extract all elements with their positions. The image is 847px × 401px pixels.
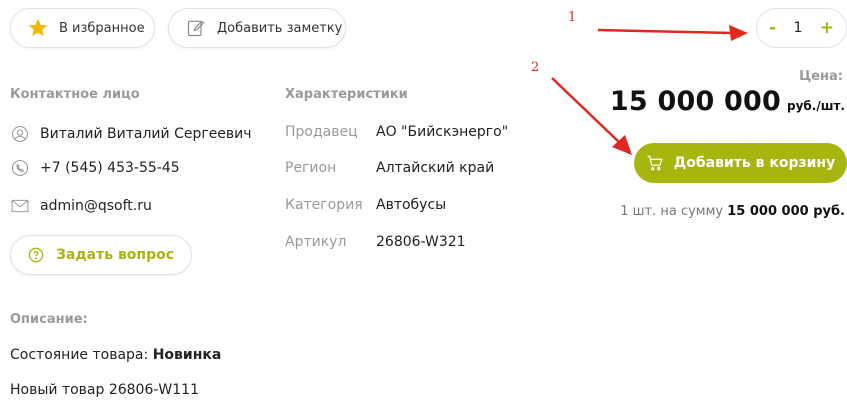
characteristic-key: Категория xyxy=(285,197,363,213)
contact-phone[interactable]: +7 (545) 453-55-45 xyxy=(40,160,180,176)
question-icon xyxy=(28,247,44,263)
contact-heading: Контактное лицо xyxy=(10,87,140,102)
characteristic-value: 26806-W321 xyxy=(376,234,466,250)
favorite-button[interactable]: В избранное xyxy=(10,8,155,48)
characteristic-key: Артикул xyxy=(285,234,347,250)
characteristic-row: Продавец АО "Бийскэнерго" xyxy=(285,124,508,140)
characteristic-row: Категория Автобусы xyxy=(285,197,446,213)
star-icon xyxy=(27,17,49,39)
contact-email-row: admin@qsoft.ru xyxy=(10,196,152,216)
description-text: Новый товар 26806-W111 xyxy=(10,382,199,398)
condition-line: Состояние товара: Новинка xyxy=(10,347,221,363)
characteristic-row: Артикул 26806-W321 xyxy=(285,234,466,250)
order-sum-value: 15 000 000 руб. xyxy=(727,204,845,219)
user-icon xyxy=(10,124,30,144)
condition-value: Новинка xyxy=(152,347,222,363)
price-label: Цена: xyxy=(799,69,843,84)
quantity-stepper[interactable]: - 1 + xyxy=(756,8,847,48)
add-to-cart-label: Добавить в корзину xyxy=(673,155,836,171)
quantity-decrease-button[interactable]: - xyxy=(769,18,776,38)
price: 15 000 000 руб./шт. xyxy=(610,86,845,117)
price-value: 15 000 000 xyxy=(609,86,781,117)
price-unit: руб./шт. xyxy=(787,99,845,113)
order-sum: 1 шт. на сумму 15 000 000 руб. xyxy=(620,204,845,219)
add-note-button[interactable]: Добавить заметку xyxy=(168,8,346,48)
add-to-cart-button[interactable]: Добавить в корзину xyxy=(634,143,847,183)
characteristic-key: Продавец xyxy=(285,124,358,140)
characteristic-key: Регион xyxy=(285,160,337,176)
contact-name-row: Виталий Виталий Сергеевич xyxy=(10,124,252,144)
edit-note-icon xyxy=(185,17,207,39)
quantity-increase-button[interactable]: + xyxy=(820,18,834,38)
order-sum-prefix: 1 шт. на сумму xyxy=(620,204,724,219)
characteristic-value: Алтайский край xyxy=(376,160,495,176)
characteristics-heading: Характеристики xyxy=(285,87,408,102)
contact-phone-row: +7 (545) 453-55-45 xyxy=(10,158,180,178)
description-heading: Описание: xyxy=(10,312,88,327)
ask-question-button[interactable]: Задать вопрос xyxy=(10,235,192,275)
characteristic-value: Автобусы xyxy=(376,197,447,213)
characteristic-row: Регион Алтайский край xyxy=(285,160,494,176)
ask-question-label: Задать вопрос xyxy=(55,247,175,263)
cart-icon xyxy=(646,154,664,172)
characteristic-value: АО "Бийскэнерго" xyxy=(376,124,509,140)
contact-email[interactable]: admin@qsoft.ru xyxy=(40,198,152,214)
contact-name: Виталий Виталий Сергеевич xyxy=(40,126,252,142)
phone-icon xyxy=(10,158,30,178)
favorite-label: В избранное xyxy=(59,20,145,36)
condition-label: Состояние товара: xyxy=(10,347,149,363)
annotation-arrow-1 xyxy=(597,25,748,41)
mail-icon xyxy=(10,196,30,216)
annotation-number-1: 1 xyxy=(568,10,577,25)
annotation-number-2: 2 xyxy=(531,60,540,75)
add-note-label: Добавить заметку xyxy=(217,20,343,36)
quantity-value[interactable]: 1 xyxy=(793,20,802,36)
